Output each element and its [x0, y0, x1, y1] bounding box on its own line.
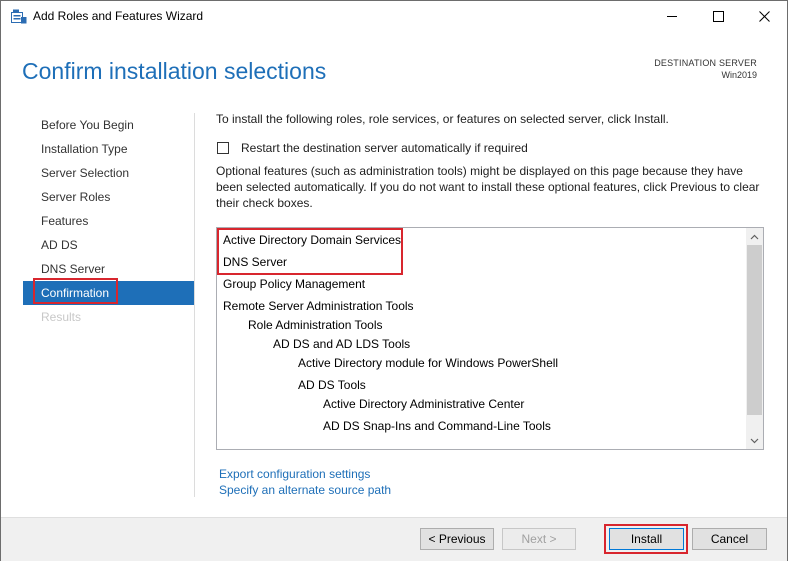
- list-item: AD DS and AD LDS Tools: [273, 337, 411, 351]
- nav-item-installation-type[interactable]: Installation Type: [23, 137, 194, 161]
- server-manager-icon: [11, 9, 27, 24]
- restart-label[interactable]: Restart the destination server automatic…: [241, 141, 528, 155]
- nav-item-ad-ds[interactable]: AD DS: [23, 233, 194, 257]
- selected-roles-highlight-box: [217, 228, 403, 275]
- destination-server-label: DESTINATION SERVER: [654, 58, 757, 68]
- next-button: Next >: [502, 528, 576, 550]
- restart-checkbox[interactable]: [217, 142, 229, 154]
- list-item: Group Policy Management: [223, 277, 366, 291]
- restart-option[interactable]: Restart the destination server automatic…: [217, 141, 528, 155]
- optional-features-note: Optional features (such as administratio…: [216, 164, 760, 210]
- chevron-up-icon: [750, 234, 759, 239]
- close-window-button[interactable]: [741, 1, 787, 32]
- intro-text: To install the following roles, role ser…: [216, 112, 669, 126]
- wizard-window: Add Roles and Features Wizard Confirm in…: [0, 0, 788, 561]
- list-item: Active Directory Administrative Center: [323, 397, 525, 411]
- list-scrollbar[interactable]: [746, 228, 763, 449]
- cancel-button[interactable]: Cancel: [692, 528, 767, 550]
- minimize-button[interactable]: [649, 1, 695, 32]
- list-item: Remote Server Administration Tools: [223, 299, 414, 313]
- title-bar[interactable]: Add Roles and Features Wizard: [1, 1, 787, 32]
- alternate-source-link[interactable]: Specify an alternate source path: [219, 483, 391, 497]
- maximize-icon: [712, 11, 724, 22]
- page-title: Confirm installation selections: [22, 58, 327, 84]
- nav-item-features[interactable]: Features: [23, 209, 194, 233]
- minimize-icon: [666, 16, 677, 17]
- destination-server-value: Win2019: [721, 70, 757, 80]
- export-configuration-link[interactable]: Export configuration settings: [219, 467, 370, 481]
- scroll-up-button[interactable]: [746, 228, 763, 245]
- maximize-button[interactable]: [695, 1, 741, 32]
- list-item: Active Directory module for Windows Powe…: [298, 356, 559, 370]
- chevron-down-icon: [750, 438, 759, 443]
- scroll-thumb[interactable]: [747, 245, 762, 415]
- list-item: AD DS Snap-Ins and Command-Line Tools: [323, 419, 551, 433]
- scroll-down-button[interactable]: [746, 432, 763, 449]
- close-icon: [758, 11, 770, 22]
- nav-divider: [194, 113, 195, 497]
- nav-item-results: Results: [41, 310, 82, 324]
- confirmation-highlight-box: [33, 278, 118, 304]
- nav-item-before-you-begin[interactable]: Before You Begin: [23, 113, 194, 137]
- install-highlight-box: [604, 524, 688, 554]
- list-item: AD DS Tools: [298, 378, 366, 392]
- nav-item-server-roles[interactable]: Server Roles: [23, 185, 194, 209]
- window-title: Add Roles and Features Wizard: [33, 9, 204, 23]
- nav-item-server-selection[interactable]: Server Selection: [23, 161, 194, 185]
- list-item: Role Administration Tools: [248, 318, 383, 332]
- previous-button[interactable]: < Previous: [420, 528, 494, 550]
